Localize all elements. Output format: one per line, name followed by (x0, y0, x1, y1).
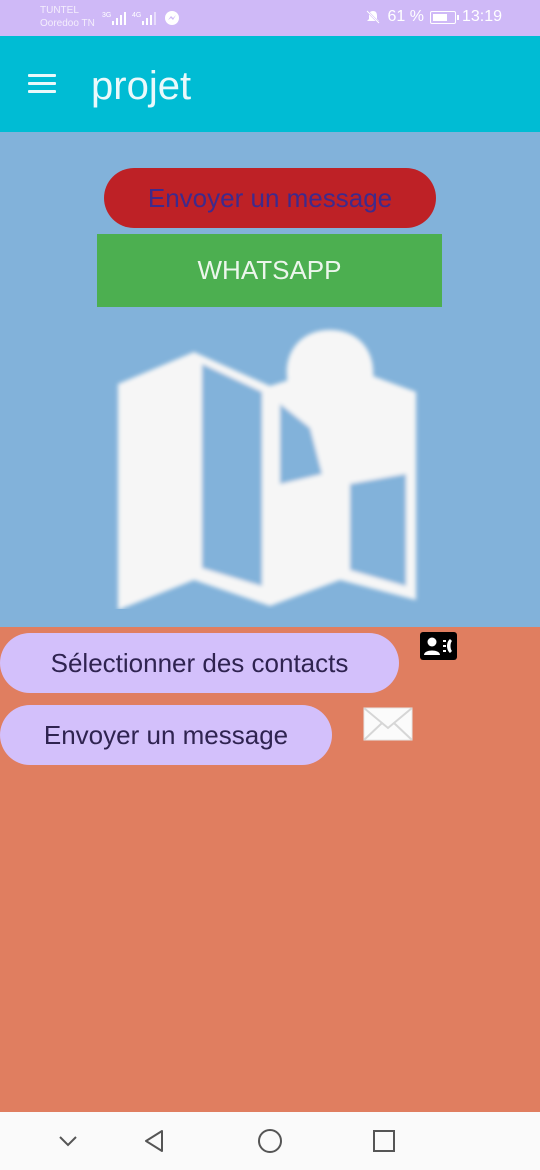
collapse-icon[interactable] (53, 1126, 83, 1156)
whatsapp-button[interactable]: WHATSAPP (97, 234, 442, 307)
carrier-name-2: Ooredoo TN (40, 18, 95, 29)
status-bar: TUNTEL Ooredoo TN 3G 4G 61 % 13:19 (0, 0, 540, 36)
battery-icon (429, 10, 459, 24)
send-message-button[interactable]: Envoyer un message (104, 168, 436, 228)
navigation-bar (0, 1112, 540, 1170)
upper-section: Envoyer un message WHATSAPP (0, 132, 540, 627)
recents-icon[interactable] (369, 1126, 399, 1156)
menu-icon[interactable] (28, 74, 56, 94)
back-icon[interactable] (140, 1126, 170, 1156)
carrier-info: TUNTEL Ooredoo TN (40, 4, 95, 30)
contacts-icon[interactable] (420, 632, 457, 660)
send-message-button-2[interactable]: Envoyer un message (0, 705, 332, 765)
mute-icon (366, 10, 381, 24)
messenger-icon (165, 11, 179, 25)
page-title: projet (91, 64, 192, 108)
home-icon[interactable] (255, 1126, 285, 1156)
signal-icon: 3G (102, 12, 126, 25)
mail-icon[interactable] (363, 706, 413, 742)
status-right: 61 % 13:19 (365, 8, 502, 26)
app-bar: projet (0, 36, 540, 132)
carrier-name-1: TUNTEL (40, 5, 79, 16)
network-type-2: 4G (132, 12, 141, 19)
network-type-1: 3G (102, 12, 111, 19)
clock: 13:19 (461, 8, 502, 25)
battery-percent: 61 % (387, 8, 424, 25)
map-icon (118, 330, 416, 609)
signal-icon: 4G (132, 12, 156, 25)
select-contacts-button[interactable]: Sélectionner des contacts (0, 633, 399, 693)
